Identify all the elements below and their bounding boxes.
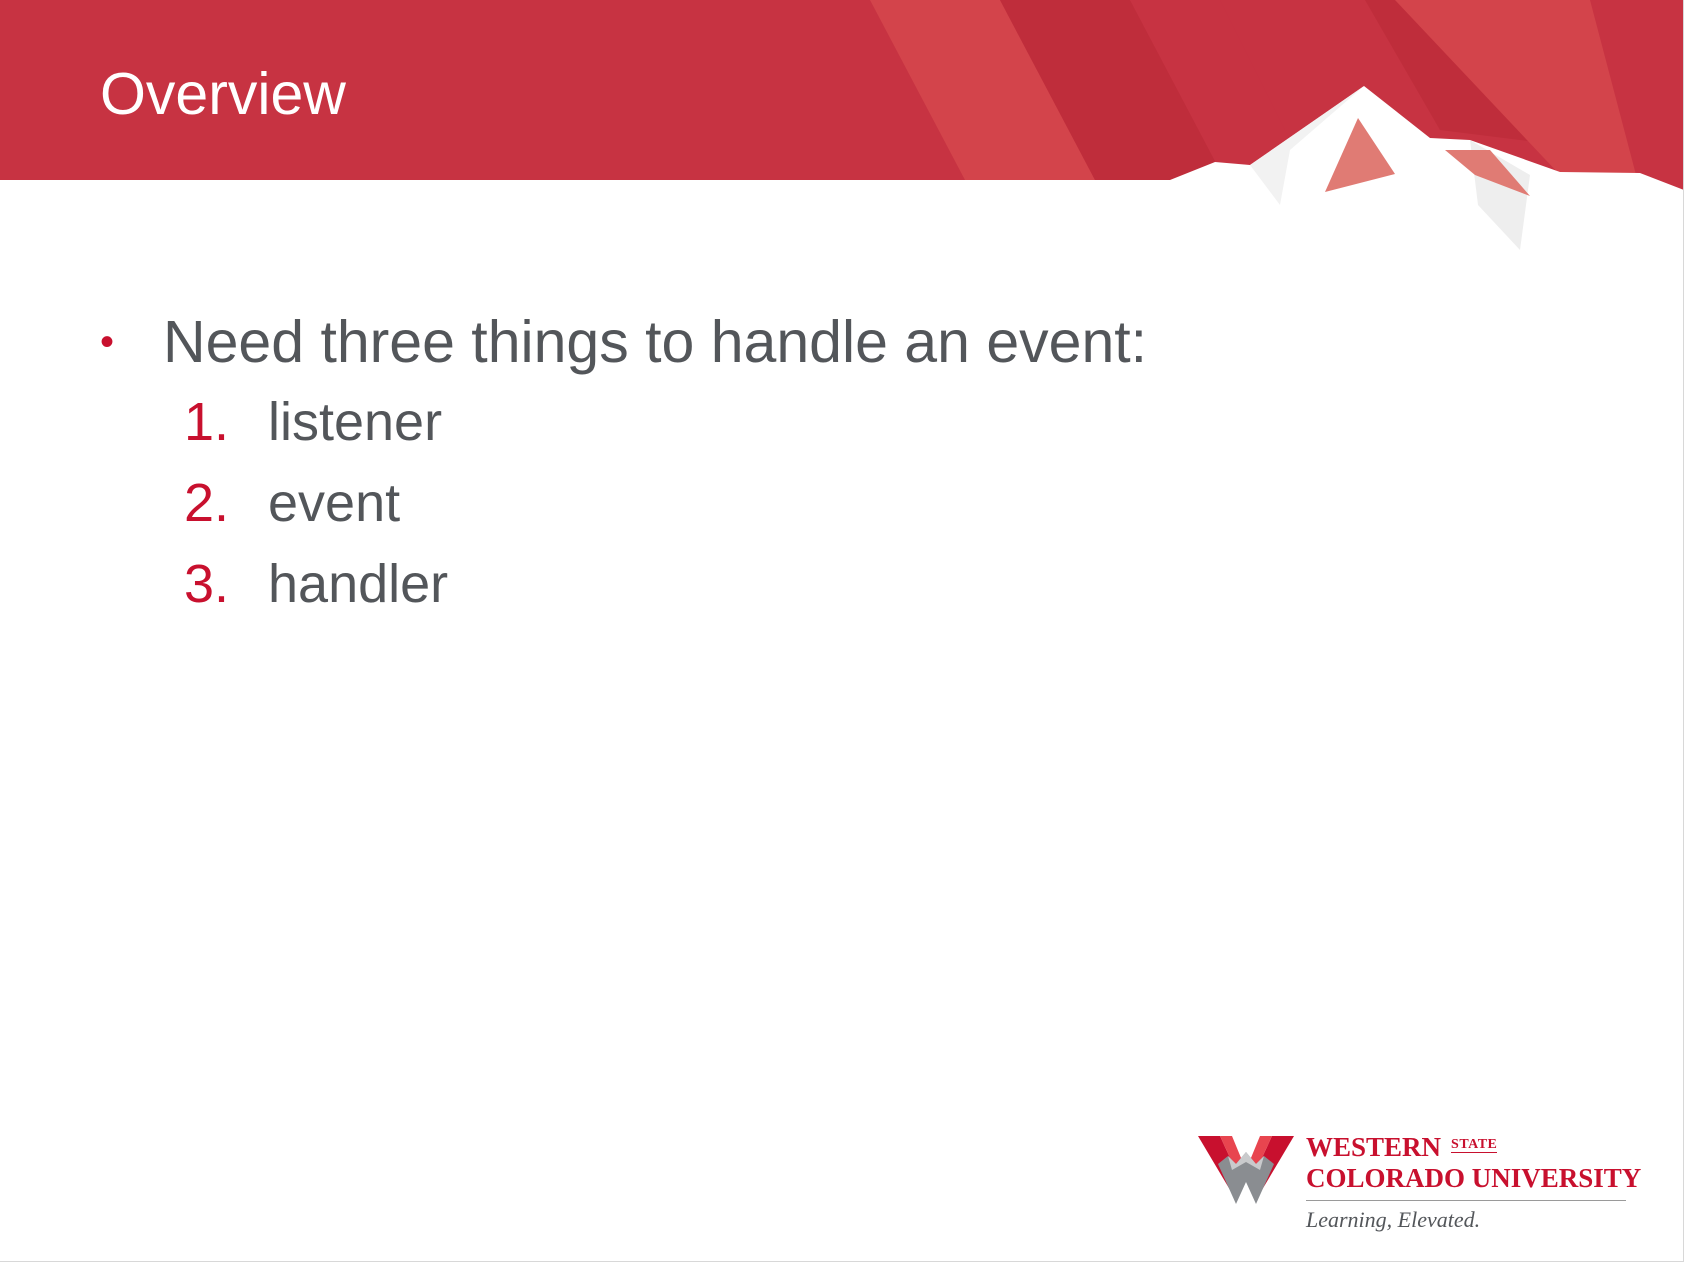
- logo-western-text: WESTERN: [1306, 1132, 1442, 1162]
- list-item-number: 3.: [184, 554, 230, 614]
- list-item-text: handler: [268, 554, 449, 614]
- logo-divider: [1306, 1200, 1626, 1201]
- list-item-text: listener: [268, 392, 443, 452]
- logo-tagline: Learning, Elevated.: [1306, 1207, 1481, 1232]
- w-mountain-logo-icon: [1198, 1136, 1294, 1204]
- list-item: 2. event: [100, 463, 1500, 544]
- list-item-number: 1.: [184, 392, 230, 452]
- list-item: 1. listener: [100, 382, 1500, 463]
- numbered-list: 1. listener 2. event 3. handler: [100, 382, 1500, 625]
- slide-body: • Need three things to handle an event: …: [100, 302, 1500, 625]
- bullet-item: • Need three things to handle an event:: [100, 302, 1500, 382]
- logo-wordmark-line1: WESTERN STATE: [1306, 1132, 1498, 1162]
- list-item: 3. handler: [100, 544, 1500, 625]
- slide-title: Overview: [100, 61, 346, 127]
- list-item-text: event: [268, 473, 401, 533]
- logo-wordmark-line2: COLORADO UNIVERSITY: [1306, 1163, 1642, 1193]
- list-item-number: 2.: [184, 473, 230, 533]
- bullet-text: Need three things to handle an event:: [163, 309, 1148, 375]
- university-logo: WESTERN STATE COLORADO UNIVERSITY Learnin…: [1196, 1130, 1641, 1240]
- slide: Overview • Need three things to handle a…: [0, 0, 1684, 1262]
- header-banner: [0, 0, 1683, 260]
- bullet-dot-icon: •: [100, 320, 115, 364]
- logo-state-text: STATE: [1451, 1137, 1498, 1153]
